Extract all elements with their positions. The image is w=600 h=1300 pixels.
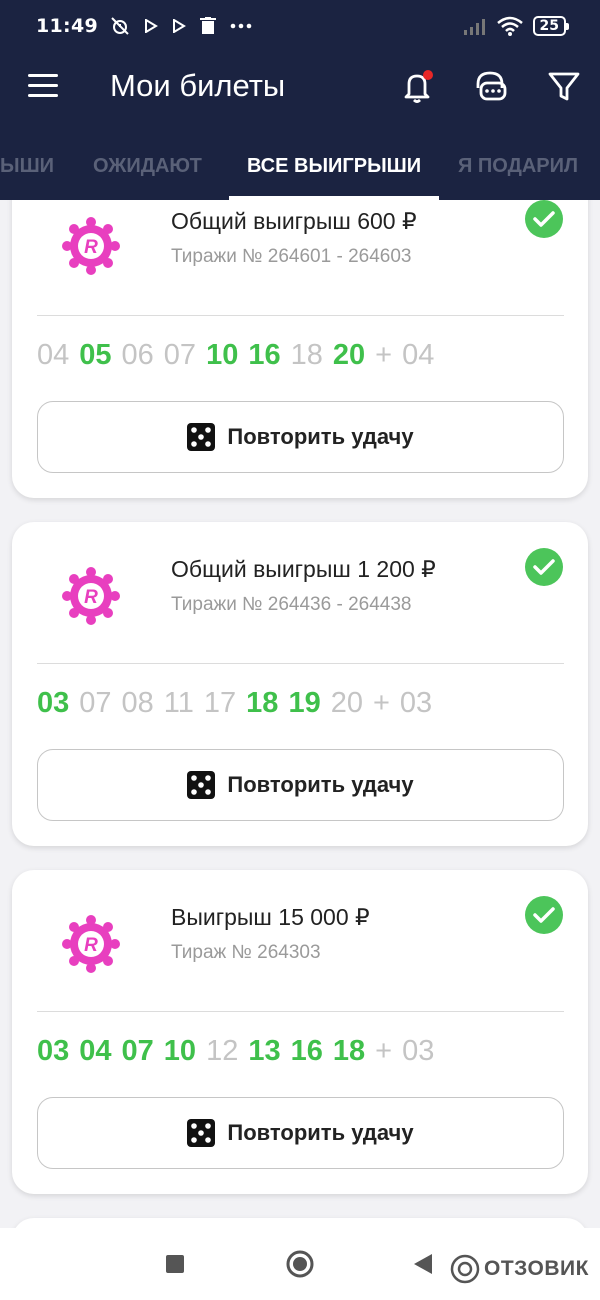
rapido-logo-icon: R	[62, 915, 120, 973]
dice-icon	[187, 1119, 216, 1147]
lottery-number: 12	[206, 1035, 239, 1067]
win-check-icon	[525, 896, 563, 934]
otzovik-logo-icon	[450, 1254, 480, 1284]
lottery-number: 03	[37, 687, 70, 719]
ticket-list[interactable]: R Общий выигрыш 600 ₽ Тиражи № 264601 - …	[0, 200, 600, 1228]
signal-icon	[463, 19, 485, 35]
lottery-number: +	[372, 687, 390, 719]
svg-text:R: R	[84, 237, 98, 258]
tab-all-wins[interactable]: ВСЕ ВЫИГРЫШИ	[228, 148, 440, 200]
lottery-number: 07	[79, 687, 112, 719]
lottery-number: 11	[163, 687, 194, 719]
lottery-number: 08	[121, 687, 154, 719]
ticket-card[interactable]	[12, 1218, 588, 1228]
win-check-icon	[525, 548, 563, 586]
lottery-number: 20	[330, 687, 363, 719]
lottery-number: +	[375, 1035, 393, 1067]
svg-text:R: R	[84, 587, 98, 608]
status-time: 11:49	[36, 15, 98, 37]
lottery-number: 03	[402, 1035, 435, 1067]
card-divider	[37, 663, 564, 664]
lottery-number: 07	[163, 339, 197, 371]
battery-indicator: 25	[532, 16, 570, 36]
ticket-card[interactable]: R Общий выигрыш 1 200 ₽ Тиражи № 264436 …	[12, 522, 588, 846]
lottery-number: 18	[332, 1035, 366, 1067]
lottery-number: 10	[206, 339, 239, 371]
lottery-number: 17	[203, 687, 237, 719]
filter-icon[interactable]	[544, 66, 584, 106]
lottery-number: 19	[288, 687, 321, 719]
lottery-number: 03	[37, 1035, 70, 1067]
home-button-icon[interactable]	[285, 1249, 315, 1279]
lottery-number: 18	[246, 687, 279, 719]
app-bar: Мои билеты ЫШИ ОЖИДАЮТ ВСЕ ВЫИГРЫШИ Я ПО…	[0, 52, 600, 200]
status-notification-icons	[110, 16, 252, 36]
lottery-number: +	[375, 339, 393, 371]
play-store-icon	[144, 19, 158, 33]
lottery-number: 04	[402, 339, 435, 371]
rapido-logo-icon: R	[62, 567, 120, 625]
play-store-icon-2	[172, 19, 186, 33]
ticket-card[interactable]: R Выигрыш 15 000 ₽ Тираж № 264303 03 04 07…	[12, 870, 588, 1194]
notification-bell-icon[interactable]	[397, 66, 437, 106]
otzovik-watermark: ОТЗОВИК	[450, 1254, 589, 1284]
lottery-number: 10	[163, 1035, 197, 1067]
alarm-off-icon	[111, 17, 129, 35]
repeat-luck-button[interactable]: Повторить удачу	[37, 401, 564, 473]
repeat-luck-button[interactable]: Повторить удачу	[37, 1097, 564, 1169]
lottery-number: 04	[37, 339, 70, 371]
ticket-draws: Тираж № 264303	[171, 942, 321, 963]
ticket-draws: Тиражи № 264601 - 264603	[171, 246, 412, 267]
card-divider	[37, 315, 564, 316]
support-chat-icon[interactable]	[470, 66, 510, 106]
ticket-numbers: 03 07 08 11 17 18 19 20 +03	[37, 687, 442, 720]
ticket-numbers: 03 04 07 10 12 13 16 18 +03	[37, 1035, 444, 1068]
ticket-numbers: 04 05 06 07 10 16 18 20 +04	[37, 339, 444, 372]
repeat-luck-button[interactable]: Повторить удачу	[37, 749, 564, 821]
ticket-title: Выигрыш 15 000 ₽	[171, 904, 370, 930]
status-bar: 11:49 25	[0, 0, 600, 52]
recents-button-icon[interactable]	[165, 1254, 185, 1274]
ticket-draws: Тиражи № 264436 - 264438	[171, 594, 412, 615]
tab-i-gifted[interactable]: Я ПОДАРИЛ	[458, 148, 578, 200]
repeat-luck-label: Повторить удачу	[227, 424, 414, 449]
lottery-number: 18	[290, 339, 323, 371]
repeat-luck-label: Повторить удачу	[227, 772, 414, 797]
lottery-number: 20	[332, 339, 366, 371]
ticket-title: Общий выигрыш 1 200 ₽	[171, 556, 436, 582]
page-title: Мои билеты	[110, 68, 286, 103]
dice-icon	[187, 423, 216, 451]
lottery-number: 06	[121, 339, 154, 371]
lottery-number: 03	[399, 687, 433, 719]
wifi-icon	[496, 16, 523, 36]
menu-icon[interactable]	[28, 74, 58, 98]
ticket-card[interactable]: R Общий выигрыш 600 ₽ Тиражи № 264601 - …	[12, 200, 588, 498]
lottery-number: 05	[79, 339, 112, 371]
tab-bar: ЫШИ ОЖИДАЮТ ВСЕ ВЫИГРЫШИ Я ПОДАРИЛ	[0, 148, 600, 200]
tab-wins[interactable]: ЫШИ	[0, 148, 54, 200]
lottery-number: 16	[248, 339, 281, 371]
svg-text:R: R	[84, 935, 98, 956]
repeat-luck-label: Повторить удачу	[227, 1120, 414, 1145]
dice-icon	[187, 771, 216, 799]
tab-waiting[interactable]: ОЖИДАЮТ	[93, 148, 202, 200]
lottery-number: 16	[290, 1035, 323, 1067]
lottery-number: 07	[121, 1035, 154, 1067]
ticket-title: Общий выигрыш 600 ₽	[171, 208, 417, 234]
trash-icon	[199, 17, 216, 34]
back-button-icon[interactable]	[412, 1252, 434, 1276]
watermark-text: ОТЗОВИК	[484, 1257, 589, 1280]
lottery-number: 04	[79, 1035, 112, 1067]
lottery-number: 13	[248, 1035, 281, 1067]
status-system-icons: 25	[463, 16, 570, 36]
rapido-logo-icon: R	[62, 217, 120, 275]
card-divider	[37, 1011, 564, 1012]
more-dots-icon	[230, 23, 252, 29]
win-check-icon	[525, 200, 563, 238]
